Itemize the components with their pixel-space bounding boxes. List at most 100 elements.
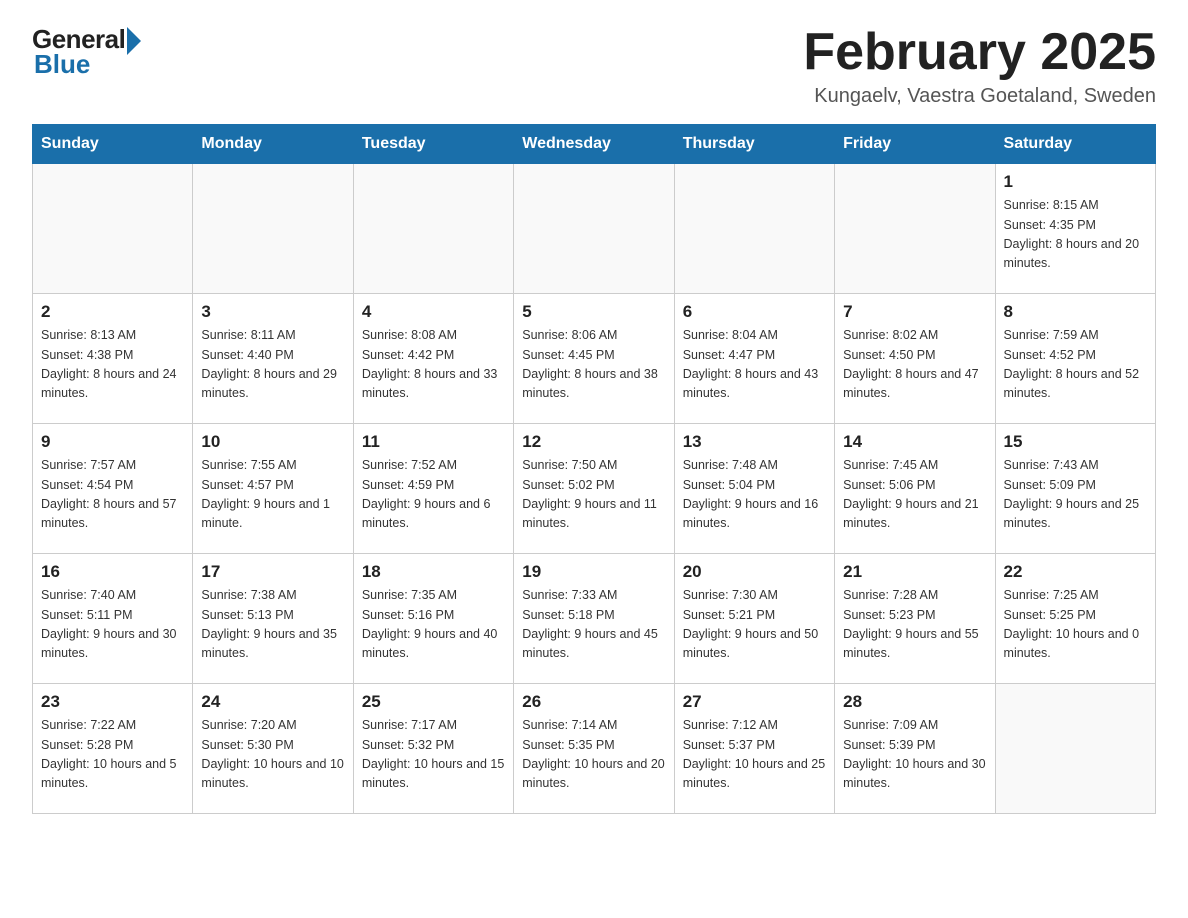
day-info: Sunrise: 7:25 AMSunset: 5:25 PMDaylight:… (1004, 586, 1147, 664)
day-info: Sunrise: 7:17 AMSunset: 5:32 PMDaylight:… (362, 716, 505, 794)
logo: General Blue (32, 24, 141, 80)
calendar-cell: 10 Sunrise: 7:55 AMSunset: 4:57 PMDayligh… (193, 424, 353, 554)
day-number: 13 (683, 432, 826, 452)
calendar-cell: 17Sunrise: 7:38 AMSunset: 5:13 PMDayligh… (193, 554, 353, 684)
calendar-cell: 19Sunrise: 7:33 AMSunset: 5:18 PMDayligh… (514, 554, 674, 684)
day-info: Sunrise: 8:04 AMSunset: 4:47 PMDaylight:… (683, 326, 826, 404)
day-info: Sunrise: 7:50 AMSunset: 5:02 PMDaylight:… (522, 456, 665, 534)
day-info: Sunrise: 7:43 AMSunset: 5:09 PMDaylight:… (1004, 456, 1147, 534)
calendar-cell: 3 Sunrise: 8:11 AMSunset: 4:40 PMDaylight… (193, 294, 353, 424)
calendar-cell: 11Sunrise: 7:52 AMSunset: 4:59 PMDayligh… (353, 424, 513, 554)
calendar-cell: 8Sunrise: 7:59 AMSunset: 4:52 PMDaylight… (995, 294, 1155, 424)
day-number: 28 (843, 692, 986, 712)
day-number: 18 (362, 562, 505, 582)
calendar-title: February 2025 (803, 24, 1156, 81)
day-number: 14 (843, 432, 986, 452)
day-info: Sunrise: 8:15 AMSunset: 4:35 PMDaylight:… (1004, 196, 1147, 274)
day-info: Sunrise: 7:40 AMSunset: 5:11 PMDaylight:… (41, 586, 184, 664)
calendar-cell: 18 Sunrise: 7:35 AMSunset: 5:16 PMDayligh… (353, 554, 513, 684)
day-info: Sunrise: 7:12 AMSunset: 5:37 PMDaylight:… (683, 716, 826, 794)
column-header-friday: Friday (835, 125, 995, 164)
day-number: 10 (201, 432, 344, 452)
column-header-monday: Monday (193, 125, 353, 164)
calendar-cell: 1 Sunrise: 8:15 AMSunset: 4:35 PMDaylight… (995, 164, 1155, 294)
calendar-cell (995, 684, 1155, 814)
calendar-cell: 13 Sunrise: 7:48 AMSunset: 5:04 PMDayligh… (674, 424, 834, 554)
day-info: Sunrise: 8:11 AMSunset: 4:40 PMDaylight:… (201, 326, 344, 404)
calendar-cell (193, 164, 353, 294)
calendar-cell: 26Sunrise: 7:14 AMSunset: 5:35 PMDayligh… (514, 684, 674, 814)
day-info: Sunrise: 7:45 AMSunset: 5:06 PMDaylight:… (843, 456, 986, 534)
day-number: 11 (362, 432, 505, 452)
day-info: Sunrise: 7:09 AMSunset: 5:39 PMDaylight:… (843, 716, 986, 794)
day-number: 25 (362, 692, 505, 712)
day-number: 5 (522, 302, 665, 322)
day-number: 12 (522, 432, 665, 452)
calendar-cell: 9 Sunrise: 7:57 AMSunset: 4:54 PMDaylight… (33, 424, 193, 554)
day-info: Sunrise: 7:55 AMSunset: 4:57 PMDaylight:… (201, 456, 344, 534)
column-header-tuesday: Tuesday (353, 125, 513, 164)
calendar-cell: 16 Sunrise: 7:40 AMSunset: 5:11 PMDayligh… (33, 554, 193, 684)
title-block: February 2025 Kungaelv, Vaestra Goetalan… (803, 24, 1156, 108)
calendar-cell: 22 Sunrise: 7:25 AMSunset: 5:25 PMDayligh… (995, 554, 1155, 684)
week-row-3: 16 Sunrise: 7:40 AMSunset: 5:11 PMDayligh… (33, 554, 1156, 684)
column-header-wednesday: Wednesday (514, 125, 674, 164)
day-info: Sunrise: 8:13 AMSunset: 4:38 PMDaylight:… (41, 326, 184, 404)
calendar-cell: 20 Sunrise: 7:30 AMSunset: 5:21 PMDayligh… (674, 554, 834, 684)
calendar-cell (835, 164, 995, 294)
day-number: 21 (843, 562, 986, 582)
day-number: 4 (362, 302, 505, 322)
calendar-cell: 7 Sunrise: 8:02 AMSunset: 4:50 PMDaylight… (835, 294, 995, 424)
day-number: 2 (41, 302, 184, 322)
calendar-cell: 28 Sunrise: 7:09 AMSunset: 5:39 PMDayligh… (835, 684, 995, 814)
day-number: 20 (683, 562, 826, 582)
day-info: Sunrise: 7:33 AMSunset: 5:18 PMDaylight:… (522, 586, 665, 664)
day-info: Sunrise: 7:30 AMSunset: 5:21 PMDaylight:… (683, 586, 826, 664)
calendar-cell (514, 164, 674, 294)
day-info: Sunrise: 7:38 AMSunset: 5:13 PMDaylight:… (201, 586, 344, 664)
day-info: Sunrise: 7:14 AMSunset: 5:35 PMDaylight:… (522, 716, 665, 794)
calendar-cell: 24 Sunrise: 7:20 AMSunset: 5:30 PMDayligh… (193, 684, 353, 814)
day-info: Sunrise: 8:06 AMSunset: 4:45 PMDaylight:… (522, 326, 665, 404)
day-info: Sunrise: 8:02 AMSunset: 4:50 PMDaylight:… (843, 326, 986, 404)
calendar-cell: 21 Sunrise: 7:28 AMSunset: 5:23 PMDayligh… (835, 554, 995, 684)
day-number: 1 (1004, 172, 1147, 192)
day-number: 6 (683, 302, 826, 322)
logo-arrow-icon (127, 27, 141, 55)
column-header-saturday: Saturday (995, 125, 1155, 164)
logo-blue-text: Blue (34, 49, 90, 80)
week-row-0: 1 Sunrise: 8:15 AMSunset: 4:35 PMDaylight… (33, 164, 1156, 294)
calendar-cell: 25 Sunrise: 7:17 AMSunset: 5:32 PMDayligh… (353, 684, 513, 814)
calendar-cell: 14 Sunrise: 7:45 AMSunset: 5:06 PMDayligh… (835, 424, 995, 554)
day-info: Sunrise: 7:20 AMSunset: 5:30 PMDaylight:… (201, 716, 344, 794)
day-number: 23 (41, 692, 184, 712)
day-number: 15 (1004, 432, 1147, 452)
week-row-2: 9 Sunrise: 7:57 AMSunset: 4:54 PMDaylight… (33, 424, 1156, 554)
calendar-cell (674, 164, 834, 294)
calendar-header-row: SundayMondayTuesdayWednesdayThursdayFrid… (33, 125, 1156, 164)
calendar-cell (33, 164, 193, 294)
day-number: 16 (41, 562, 184, 582)
day-info: Sunrise: 7:28 AMSunset: 5:23 PMDaylight:… (843, 586, 986, 664)
week-row-1: 2 Sunrise: 8:13 AMSunset: 4:38 PMDaylight… (33, 294, 1156, 424)
day-number: 7 (843, 302, 986, 322)
calendar-table: SundayMondayTuesdayWednesdayThursdayFrid… (32, 124, 1156, 814)
calendar-cell (353, 164, 513, 294)
calendar-cell: 23 Sunrise: 7:22 AMSunset: 5:28 PMDayligh… (33, 684, 193, 814)
calendar-cell: 5 Sunrise: 8:06 AMSunset: 4:45 PMDaylight… (514, 294, 674, 424)
column-header-sunday: Sunday (33, 125, 193, 164)
page-header: General Blue February 2025 Kungaelv, Vae… (32, 24, 1156, 108)
day-number: 9 (41, 432, 184, 452)
day-info: Sunrise: 7:22 AMSunset: 5:28 PMDaylight:… (41, 716, 184, 794)
calendar-subtitle: Kungaelv, Vaestra Goetaland, Sweden (803, 85, 1156, 108)
day-info: Sunrise: 8:08 AMSunset: 4:42 PMDaylight:… (362, 326, 505, 404)
day-number: 22 (1004, 562, 1147, 582)
calendar-cell: 15 Sunrise: 7:43 AMSunset: 5:09 PMDayligh… (995, 424, 1155, 554)
day-number: 24 (201, 692, 344, 712)
day-info: Sunrise: 7:48 AMSunset: 5:04 PMDaylight:… (683, 456, 826, 534)
day-info: Sunrise: 7:57 AMSunset: 4:54 PMDaylight:… (41, 456, 184, 534)
day-info: Sunrise: 7:35 AMSunset: 5:16 PMDaylight:… (362, 586, 505, 664)
calendar-cell: 12 Sunrise: 7:50 AMSunset: 5:02 PMDayligh… (514, 424, 674, 554)
calendar-cell: 2 Sunrise: 8:13 AMSunset: 4:38 PMDaylight… (33, 294, 193, 424)
day-number: 3 (201, 302, 344, 322)
